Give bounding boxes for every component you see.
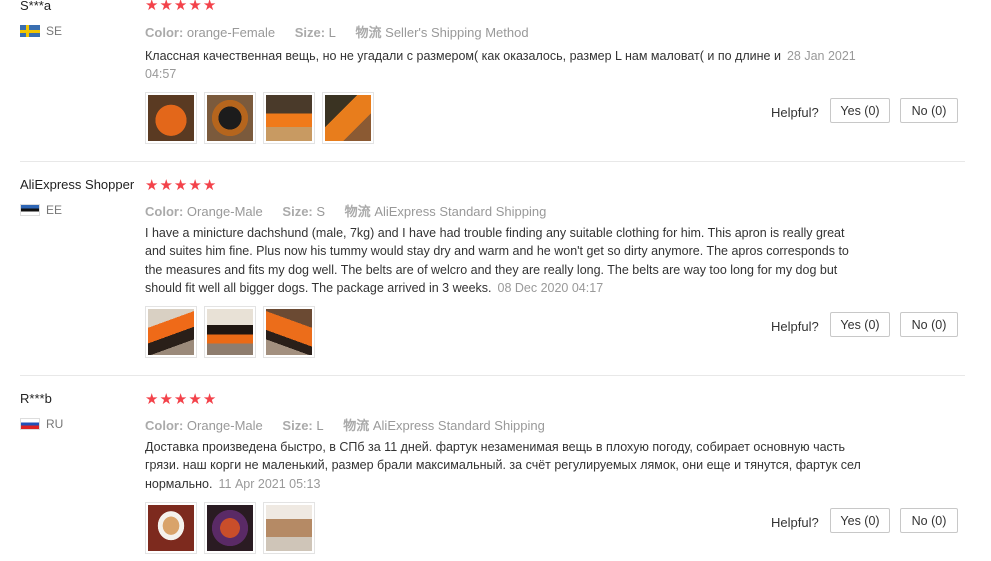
size-label: Size: xyxy=(282,418,313,433)
star-icon: ★ xyxy=(173,177,188,194)
review-photo[interactable] xyxy=(145,92,197,144)
russia-flag-icon xyxy=(20,418,40,430)
helpful-no-button[interactable]: No (0) xyxy=(900,312,958,337)
star-icon: ★ xyxy=(173,0,188,14)
shipping-value: AliExpress Standard Shipping xyxy=(374,204,547,219)
review-date: 11 Apr 2021 05:13 xyxy=(218,476,321,491)
shipping-label: 物流 xyxy=(343,418,370,433)
review-body: Классная качественная вещь, но не угадал… xyxy=(145,49,781,63)
shipping-value: AliExpress Standard Shipping xyxy=(372,418,545,433)
review-photo[interactable] xyxy=(204,306,256,358)
product-attributes: Color: Orange-Male Size: S 物流 AliExpress… xyxy=(145,201,546,220)
star-icon: ★ xyxy=(159,177,173,194)
star-icon: ★ xyxy=(159,0,173,14)
review-photo[interactable] xyxy=(145,502,197,554)
review-text: I have a minicture dachshund (male, 7kg)… xyxy=(145,224,863,297)
reviewer-country: RU xyxy=(20,417,63,431)
country-code: RU xyxy=(46,417,64,431)
review-date: 08 Dec 2020 04:17 xyxy=(497,280,604,295)
reviewer-name: S***a xyxy=(20,0,52,13)
country-code: EE xyxy=(46,203,63,217)
review-photo[interactable] xyxy=(263,306,315,358)
review-photo[interactable] xyxy=(145,306,197,358)
star-icon: ★ xyxy=(173,391,188,408)
color-label: Color: xyxy=(145,204,184,219)
size-value: L xyxy=(316,418,324,433)
reviewer-name: AliExpress Shopper xyxy=(20,177,135,192)
shipping-label: 物流 xyxy=(344,204,371,219)
color-label: Color: xyxy=(145,418,184,433)
helpful-label: Helpful? xyxy=(771,319,819,334)
star-icon: ★ xyxy=(145,0,159,14)
reviewer-country: EE xyxy=(20,203,62,217)
color-value: Orange-Male xyxy=(186,418,263,433)
shipping-label: 物流 xyxy=(355,25,382,40)
review-text: Классная качественная вещь, но не угадал… xyxy=(145,47,863,84)
star-rating: ★ ★ ★ ★ ★ xyxy=(145,178,216,193)
shipping-value: Seller's Shipping Method xyxy=(385,25,529,40)
reviewer-name: R***b xyxy=(20,391,52,406)
helpful-yes-button[interactable]: Yes (0) xyxy=(830,98,890,123)
color-value: orange-Female xyxy=(186,25,276,40)
helpful-yes-button[interactable]: Yes (0) xyxy=(830,312,890,337)
color-value: Orange-Male xyxy=(186,204,263,219)
reviewer-country: SE xyxy=(20,24,62,38)
star-icon: ★ xyxy=(202,177,217,194)
star-icon: ★ xyxy=(188,0,202,14)
star-icon: ★ xyxy=(159,391,173,408)
helpful-label: Helpful? xyxy=(771,105,819,120)
review-divider xyxy=(20,375,965,376)
estonia-flag-icon xyxy=(20,204,40,216)
review-body: I have a minicture dachshund (male, 7kg)… xyxy=(145,226,849,295)
star-rating: ★ ★ ★ ★ ★ xyxy=(145,392,216,407)
size-value: L xyxy=(328,25,336,40)
helpful-yes-button[interactable]: Yes (0) xyxy=(830,508,890,533)
review-photo[interactable] xyxy=(204,502,256,554)
star-icon: ★ xyxy=(145,391,159,408)
color-label: Color: xyxy=(145,25,184,40)
product-attributes: Color: Orange-Male Size: L 物流 AliExpress… xyxy=(145,415,545,434)
sweden-flag-icon xyxy=(20,25,40,37)
size-value: S xyxy=(316,204,326,219)
review-photos xyxy=(145,502,315,554)
country-code: SE xyxy=(46,24,63,38)
review-photos xyxy=(145,306,315,358)
review-photos xyxy=(145,92,374,144)
star-icon: ★ xyxy=(188,391,202,408)
review-photo[interactable] xyxy=(322,92,374,144)
helpful-label: Helpful? xyxy=(771,515,819,530)
helpful-no-button[interactable]: No (0) xyxy=(900,98,958,123)
star-icon: ★ xyxy=(202,0,217,14)
review-text: Доставка произведена быстро, в СПб за 11… xyxy=(145,438,863,493)
review-photo[interactable] xyxy=(204,92,256,144)
size-label: Size: xyxy=(294,25,326,40)
star-icon: ★ xyxy=(202,391,217,408)
review-divider xyxy=(20,161,965,162)
size-label: Size: xyxy=(282,204,313,219)
product-attributes: Color: orange-Female Size: L 物流 Seller's… xyxy=(145,22,529,41)
star-icon: ★ xyxy=(188,177,202,194)
review-photo[interactable] xyxy=(263,92,315,144)
star-rating: ★ ★ ★ ★ ★ xyxy=(145,0,216,13)
star-icon: ★ xyxy=(145,177,159,194)
review-photo[interactable] xyxy=(263,502,315,554)
helpful-no-button[interactable]: No (0) xyxy=(900,508,958,533)
